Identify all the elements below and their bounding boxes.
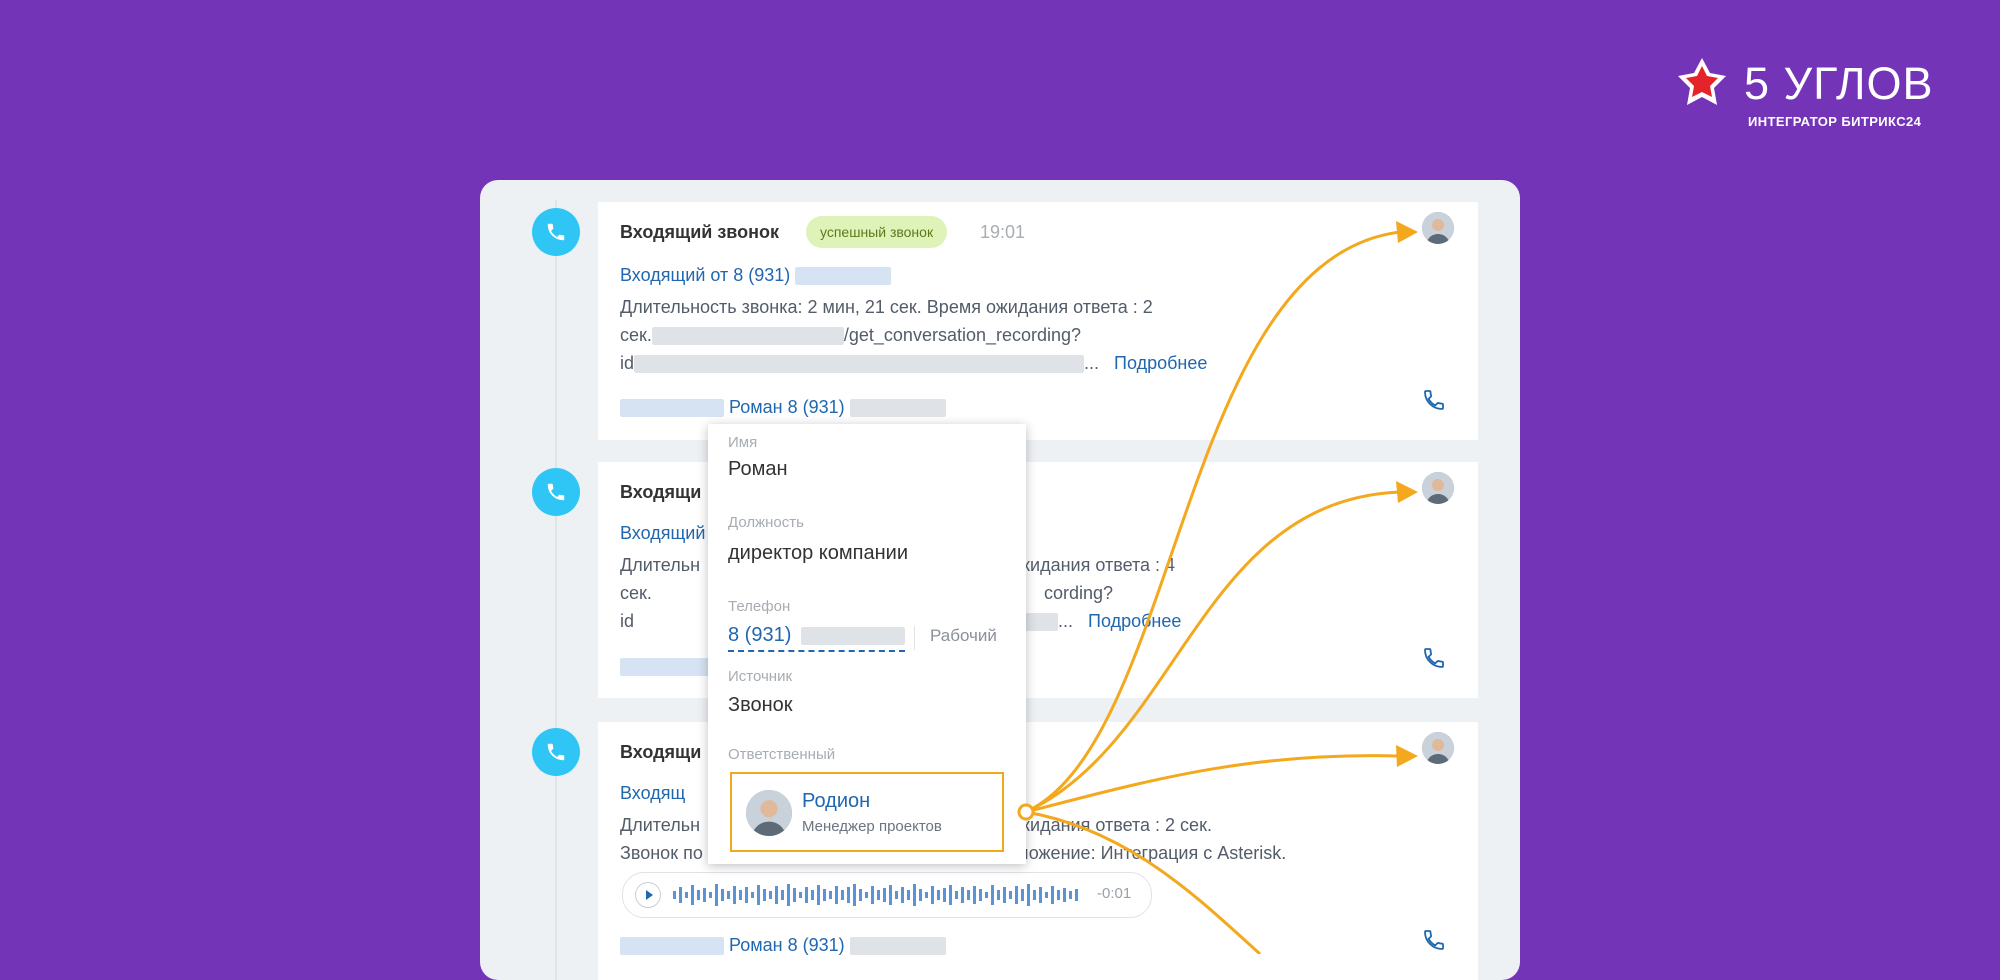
logo-title: 5 УГЛОВ xyxy=(1744,58,1934,109)
call-duration-end: жидания ответа : 2 сек. xyxy=(1018,815,1212,835)
blurred-number xyxy=(849,937,946,956)
blurred-number xyxy=(849,399,946,418)
call-duration-end: жидания ответа : 4 xyxy=(1018,555,1176,575)
phone-type: Рабочий xyxy=(930,626,997,645)
source-label: Источник xyxy=(728,668,793,685)
star-logo-icon xyxy=(1678,58,1726,105)
call-time: 19:01 xyxy=(980,222,1026,242)
call-title: Входящи xyxy=(620,742,702,762)
responsible-user[interactable]: Родион Менеджер проектов xyxy=(730,772,1004,852)
play-icon xyxy=(646,890,653,900)
contact-popup: Имя Роман Должность директор компании Те… xyxy=(708,424,1026,864)
avatar[interactable] xyxy=(1422,212,1454,244)
contact-position: директор компании xyxy=(728,542,908,564)
responsible-label: Ответственный xyxy=(728,746,836,763)
call-card: Входящий звонок успешный звонок 19:01 Вх… xyxy=(598,202,1478,440)
blurred-number xyxy=(795,267,892,286)
incoming-link[interactable]: Входящий от 8 (931) xyxy=(620,265,790,285)
more-link[interactable]: Подробнее xyxy=(1114,353,1207,373)
blurred-company xyxy=(620,937,724,956)
avatar[interactable] xyxy=(1422,472,1454,504)
phone-number: 8 (931) xyxy=(728,624,792,646)
blurred-number xyxy=(800,626,905,645)
incoming-link[interactable]: Входящий xyxy=(620,520,705,546)
logo-subtitle: ИНТЕГРАТОР БИТРИКС24 xyxy=(1748,114,1922,129)
call-duration-start: Длительн xyxy=(620,555,701,575)
phone-label: Телефон xyxy=(728,598,791,615)
url-path: cording? xyxy=(1044,583,1114,603)
timeline-call-icon xyxy=(532,468,580,516)
contact-link[interactable]: Роман 8 (931) xyxy=(729,935,845,955)
call-title: Входящий звонок xyxy=(620,222,779,242)
blurred-company xyxy=(620,399,724,418)
call-duration-start: Длительн xyxy=(620,815,701,835)
position-label: Должность xyxy=(728,514,804,531)
ellipsis: ... xyxy=(1058,611,1074,631)
id-prefix: id xyxy=(620,611,635,631)
call-phone-icon[interactable] xyxy=(1422,646,1446,670)
company-logo: 5 УГЛОВ ИНТЕГРАТОР БИТРИКС24 xyxy=(1676,56,1933,130)
responsible-role: Менеджер проектов xyxy=(802,818,942,835)
url-prefix: сек. xyxy=(620,325,652,345)
blurred-url xyxy=(651,327,844,346)
timeline-call-icon xyxy=(532,728,580,776)
call-note-start: Звонок по xyxy=(620,843,703,863)
more-link[interactable]: Подробнее xyxy=(1088,611,1181,631)
url-prefix: сек. xyxy=(620,583,652,603)
divider xyxy=(914,626,915,650)
call-title: Входящи xyxy=(620,482,702,502)
call-recording-player: -0:01 xyxy=(622,872,1152,918)
call-phone-icon[interactable] xyxy=(1422,388,1446,412)
contact-link[interactable]: Роман 8 (931) xyxy=(729,397,845,417)
timeline-call-icon xyxy=(532,208,580,256)
url-path: /get_conversation_recording? xyxy=(843,325,1082,345)
waveform[interactable] xyxy=(673,881,1083,909)
id-prefix: id xyxy=(620,353,635,373)
avatar[interactable] xyxy=(1422,732,1454,764)
call-duration: Длительность звонка: 2 мин, 21 сек. Врем… xyxy=(620,297,1153,317)
responsible-name[interactable]: Родион xyxy=(802,790,870,813)
blurred-id xyxy=(634,355,1085,374)
play-button[interactable] xyxy=(635,882,661,908)
incoming-link[interactable]: Входящ xyxy=(620,780,685,806)
call-note-end: ложение: Интеграция с Asterisk. xyxy=(1018,843,1287,863)
contact-source: Звонок xyxy=(728,694,793,716)
contact-name: Роман xyxy=(728,458,788,480)
call-phone-icon[interactable] xyxy=(1422,928,1446,952)
status-badge: успешный звонок xyxy=(806,216,948,248)
name-label: Имя xyxy=(728,434,758,451)
responsible-avatar xyxy=(746,790,792,836)
phone-link[interactable]: 8 (931) xyxy=(728,624,905,652)
timeline-line xyxy=(555,200,557,980)
player-time: -0:01 xyxy=(1097,885,1132,902)
ellipsis: ... xyxy=(1084,353,1100,373)
blurred-company xyxy=(620,658,710,676)
